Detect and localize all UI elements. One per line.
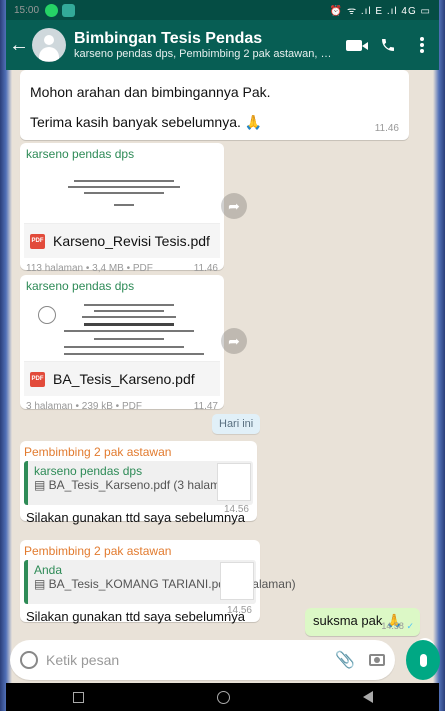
message-time: 11.46 xyxy=(193,263,218,274)
message-text: Terima kasih banyak sebelumnya. 🙏 xyxy=(30,114,263,130)
document-filename: Karseno_Revisi Tesis.pdf xyxy=(53,233,210,249)
reply-message[interactable]: Pembimbing 2 pak astawan karseno pendas … xyxy=(20,441,257,525)
message-text: Mohon arahan dan bimbingannya Pak. xyxy=(30,84,271,100)
back-nav-icon[interactable] xyxy=(362,691,373,703)
incoming-message[interactable]: Mohon arahan dan bimbingannya Pak. Terim… xyxy=(20,70,409,140)
message-time: 14.58 xyxy=(381,621,404,631)
document-filename: BA_Tesis_Karseno.pdf xyxy=(53,371,195,387)
voice-call-button[interactable] xyxy=(371,37,405,53)
chat-header: ← Bimbingan Tesis Pendas karseno pendas … xyxy=(6,20,439,70)
chat-title: Bimbingan Tesis Pendas xyxy=(74,30,263,47)
group-avatar[interactable] xyxy=(32,28,66,62)
message-time: 14.56 xyxy=(226,605,252,616)
document-file-row[interactable]: PDF BA_Tesis_Karseno.pdf xyxy=(24,362,220,396)
quoted-thumbnail xyxy=(217,463,251,501)
home-icon[interactable] xyxy=(216,690,230,704)
document-message[interactable]: karseno pendas dps PDF BA_Tesis_Karseno.… xyxy=(20,275,224,412)
voice-record-button[interactable] xyxy=(406,640,440,680)
message-time: 11.47 xyxy=(193,401,218,412)
quoted-sender: karseno pendas dps xyxy=(34,464,143,478)
document-meta: 113 halaman • 3,4 MB • PDF xyxy=(26,263,153,274)
document-preview[interactable] xyxy=(24,296,220,362)
message-sender: Pembimbing 2 pak astawan xyxy=(24,445,172,459)
pdf-icon: PDF xyxy=(30,233,45,249)
recents-icon[interactable] xyxy=(72,691,84,703)
chat-title-block[interactable]: Bimbingan Tesis Pendas karseno pendas dp… xyxy=(74,30,337,60)
message-sender: karseno pendas dps xyxy=(26,147,135,161)
attach-icon[interactable]: 📎 xyxy=(335,650,355,670)
phone-icon xyxy=(382,39,394,51)
document-preview[interactable] xyxy=(24,164,220,224)
message-composer: 📎 xyxy=(10,640,395,680)
document-meta: 3 halaman • 239 kB • PDF xyxy=(26,401,142,412)
reply-message[interactable]: Pembimbing 2 pak astawan Anda ▤ BA_Tesis… xyxy=(20,540,296,624)
camera-icon[interactable] xyxy=(369,654,385,666)
whatsapp-notification-icon xyxy=(45,3,59,17)
quoted-sender: Anda xyxy=(34,563,63,577)
forward-icon[interactable]: ➦ xyxy=(221,328,247,354)
outgoing-message[interactable]: suksma pak 🙏 14.58 ✓ xyxy=(305,608,420,636)
chat-participants: karseno pendas dps, Pembimbing 2 pak ast… xyxy=(74,48,337,60)
read-ticks-icon: ✓ xyxy=(406,621,414,631)
video-call-button[interactable] xyxy=(337,39,371,51)
message-input[interactable] xyxy=(46,652,324,668)
status-bar: 15:00 ⏰ ᯤ .ıl E .ıl 4G ▭ xyxy=(6,0,439,20)
status-indicators: ⏰ ᯤ .ıl E .ıl 4G ▭ xyxy=(329,6,431,17)
emoji-icon[interactable] xyxy=(20,651,38,669)
message-text: Silakan gunakan ttd saya sebelumnya xyxy=(26,510,245,525)
quoted-file: ▤ BA_Tesis_KOMANG TARIANI.pdf (2 halaman… xyxy=(34,577,296,591)
image-notification-icon xyxy=(62,3,76,17)
pdf-icon: PDF xyxy=(30,371,45,387)
video-call-icon xyxy=(346,39,368,51)
forward-icon[interactable]: ➦ xyxy=(221,193,247,219)
chat-area[interactable]: Mohon arahan dan bimbingannya Pak. Terim… xyxy=(6,70,439,660)
message-sender: Pembimbing 2 pak astawan xyxy=(24,544,172,558)
document-file-row[interactable]: PDF Karseno_Revisi Tesis.pdf xyxy=(24,224,220,258)
quoted-thumbnail xyxy=(220,562,254,600)
date-divider: Hari ini xyxy=(212,414,261,434)
message-time: 14.56 xyxy=(223,504,249,515)
more-options-button[interactable] xyxy=(405,43,439,47)
message-sender: karseno pendas dps xyxy=(26,279,135,293)
message-text: Silakan gunakan ttd saya sebelumnya xyxy=(26,609,245,624)
more-options-icon xyxy=(420,43,424,47)
quoted-file: ▤ BA_Tesis_Karseno.pdf (3 halaman) xyxy=(34,478,238,492)
back-arrow-icon[interactable]: ← xyxy=(6,34,32,57)
system-nav-bar xyxy=(6,683,439,711)
message-time: 11.46 xyxy=(374,123,399,134)
status-time: 15:00 xyxy=(14,4,40,16)
quoted-message[interactable]: karseno pendas dps ▤ BA_Tesis_Karseno.pd… xyxy=(24,461,253,505)
microphone-icon xyxy=(419,653,427,667)
document-message[interactable]: karseno pendas dps PDF Karseno_Revisi Te… xyxy=(20,143,224,274)
quoted-message[interactable]: Anda ▤ BA_Tesis_KOMANG TARIANI.pdf (2 ha… xyxy=(24,560,296,604)
phone-frame: 15:00 ⏰ ᯤ .ıl E .ıl 4G ▭ ← Bimbingan Tes… xyxy=(0,0,445,711)
